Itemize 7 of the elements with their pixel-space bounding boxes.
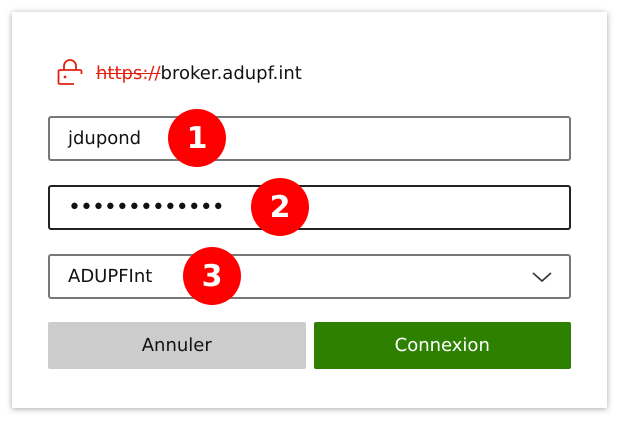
- step-number-badge: 1: [168, 109, 226, 167]
- step-number-badge: 3: [183, 247, 241, 305]
- cancel-button[interactable]: Annuler: [48, 322, 306, 369]
- step-number-badge: 2: [251, 178, 309, 236]
- chevron-down-icon: [531, 270, 553, 284]
- connect-button[interactable]: Connexion: [314, 322, 571, 369]
- url-text: https://broker.adupf.int: [96, 62, 302, 84]
